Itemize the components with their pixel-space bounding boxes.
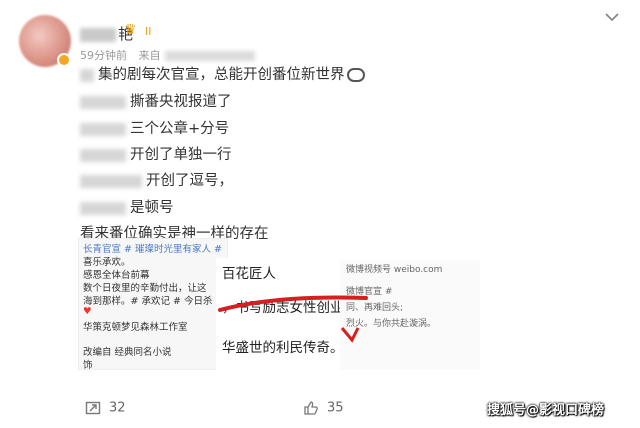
- red-annotation-line: [218, 295, 368, 343]
- screenshot-text: 微博视频号 weibo.com: [346, 265, 443, 275]
- screenshot-text: 喜乐承欢。: [83, 257, 131, 268]
- post-source-label: 来自: [138, 49, 161, 62]
- screenshot-text: 百花匠人: [222, 266, 276, 282]
- post-line: 是顿号: [80, 199, 174, 217]
- post-image[interactable]: 长青官宣 # 璀璨时光里有家人 # 喜乐承欢。感恩全体台前幕数个日夜里的辛勤付出，…: [78, 238, 480, 370]
- verified-badge-icon: [57, 53, 71, 67]
- post-line: 三个公章+分号: [80, 120, 229, 138]
- watermark: 搜狐号@影视口碑榜: [487, 403, 605, 418]
- post-meta: 59分钟前 来自: [80, 47, 255, 63]
- post-line: 开创了单独一行: [80, 146, 232, 164]
- screenshot-left: 长青官宣 # 璀璨时光里有家人 # 喜乐承欢。感恩全体台前幕数个日夜里的辛勤付出，…: [78, 238, 228, 370]
- screenshot-text: ♥: [83, 306, 92, 317]
- like-button[interactable]: 35: [303, 400, 344, 416]
- screenshot-text: 感恩全体台前幕: [83, 270, 150, 281]
- thumbs-up-icon: [304, 401, 318, 415]
- like-count: 35: [327, 400, 344, 416]
- screenshot-text: 长青官宣 # 璀璨时光里有家人 #: [83, 244, 222, 255]
- crown-icon: ♛: [124, 22, 137, 38]
- screenshot-text: 改编自 经典同名小说: [83, 347, 172, 358]
- vip-level: II: [145, 25, 152, 38]
- repost-button[interactable]: 32: [85, 400, 126, 416]
- post-time: 59分钟前: [80, 49, 127, 62]
- repost-icon: [85, 401, 101, 415]
- screenshot-text: 饰: [83, 360, 93, 370]
- screenshot-text: 华策克顿梦见森林工作室: [83, 322, 188, 333]
- screenshot-text: 数个日夜里的辛勤付出，让这: [83, 283, 207, 294]
- post-line: 撕番央视报道了: [80, 93, 232, 111]
- screenshot-text: 海到那样。# 承欢记 # 今日杀: [83, 296, 213, 307]
- glasses-emoji-icon: [346, 68, 365, 82]
- repost-count: 32: [109, 400, 126, 416]
- post-line: 开创了逗号，: [80, 172, 233, 190]
- chevron-down-icon[interactable]: [602, 10, 622, 24]
- post-line: 集的剧每次官宣，总能开创番位新世界: [80, 66, 365, 84]
